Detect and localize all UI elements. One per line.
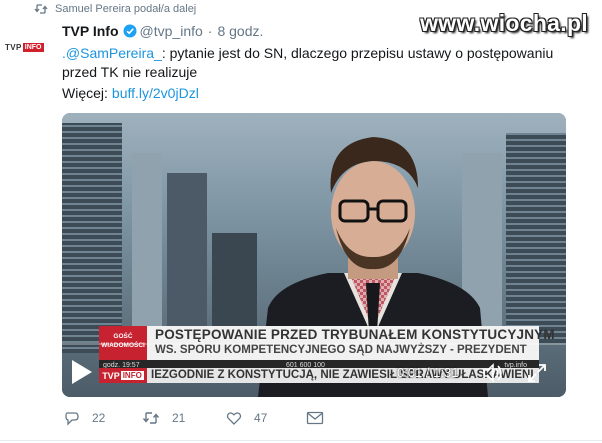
building — [62, 123, 122, 353]
tweet-time[interactable]: 8 godz. — [217, 23, 263, 39]
play-icon[interactable] — [70, 358, 94, 386]
lower-third-title: POSTĘPOWANIE PRZED TRYBUNAŁEM KONSTYTUCY… — [155, 327, 555, 342]
heart-icon — [226, 412, 242, 425]
tweet-link[interactable]: buff.ly/2v0jDzl — [112, 85, 199, 101]
direct-message-icon — [306, 411, 324, 425]
news-ticker: TVP INFO IEZGODNIE Z KONSTYTUCJĄ, NIE ZAW… — [99, 368, 539, 383]
retweet-button[interactable]: 21 — [142, 411, 226, 425]
retweet-icon — [34, 4, 48, 14]
retweet-icon — [142, 412, 160, 424]
reply-button[interactable]: 22 — [64, 411, 142, 426]
author-handle[interactable]: @tvp_info — [140, 23, 203, 39]
like-button[interactable]: 47 — [226, 411, 306, 425]
avatar-logo-badge: INFO — [22, 42, 44, 52]
mention-link[interactable]: .@SamPereira_ — [62, 45, 162, 61]
retweet-context: Samuel Pereira podał/a dalej — [34, 1, 196, 17]
video-timecode: 0:01 / 1:31 — [397, 365, 459, 380]
retweet-count: 21 — [172, 411, 186, 425]
reply-icon — [65, 411, 79, 426]
reply-count: 22 — [92, 411, 106, 425]
building — [132, 153, 162, 333]
tweet-more-line: Więcej: buff.ly/2v0jDzl — [62, 84, 199, 103]
ticker-logo-right: INFO — [120, 371, 144, 380]
lower-third-badge-line1: GOŚĆ — [113, 333, 133, 340]
video-progress-bar[interactable] — [62, 343, 566, 345]
divider — [0, 440, 602, 441]
building — [506, 133, 566, 343]
ticker-logo-left: TVP — [102, 370, 120, 381]
video-player[interactable]: GOŚĆ WIADOMOŚCI POSTĘPOWANIE PRZED TRYBU… — [62, 113, 566, 397]
ticker-text: IEZGODNIE Z KONSTYTUCJĄ, NIE ZAWIESIŁ SP… — [151, 369, 534, 381]
like-count: 47 — [254, 411, 268, 425]
avatar[interactable]: TVP INFO — [5, 39, 51, 55]
volume-icon[interactable] — [482, 363, 504, 383]
retweet-context-text[interactable]: Samuel Pereira podał/a dalej — [55, 3, 196, 15]
tweet-text: .@SamPereira_: pytanie jest do SN, dlacz… — [62, 44, 582, 82]
author-name[interactable]: TVP Info — [62, 23, 119, 39]
separator-dot: · — [207, 23, 213, 39]
fullscreen-icon[interactable] — [526, 362, 548, 384]
tweet-header: TVP Info @tvp_info · 8 godz. — [62, 21, 263, 41]
ticker-logo: TVP INFO — [99, 368, 147, 383]
direct-message-button[interactable] — [306, 411, 336, 425]
more-label: Więcej: — [62, 85, 108, 101]
verified-icon — [123, 24, 137, 38]
watermark: www.wiocha.pl — [420, 10, 588, 36]
building — [167, 173, 207, 343]
lower-third-subtitle: WS. SPORU KOMPETENCYJNEGO SĄD NAJWYŻSZY … — [155, 344, 527, 356]
tweet-actions: 22 21 47 — [64, 410, 336, 426]
avatar-logo-text: TVP — [5, 42, 22, 52]
